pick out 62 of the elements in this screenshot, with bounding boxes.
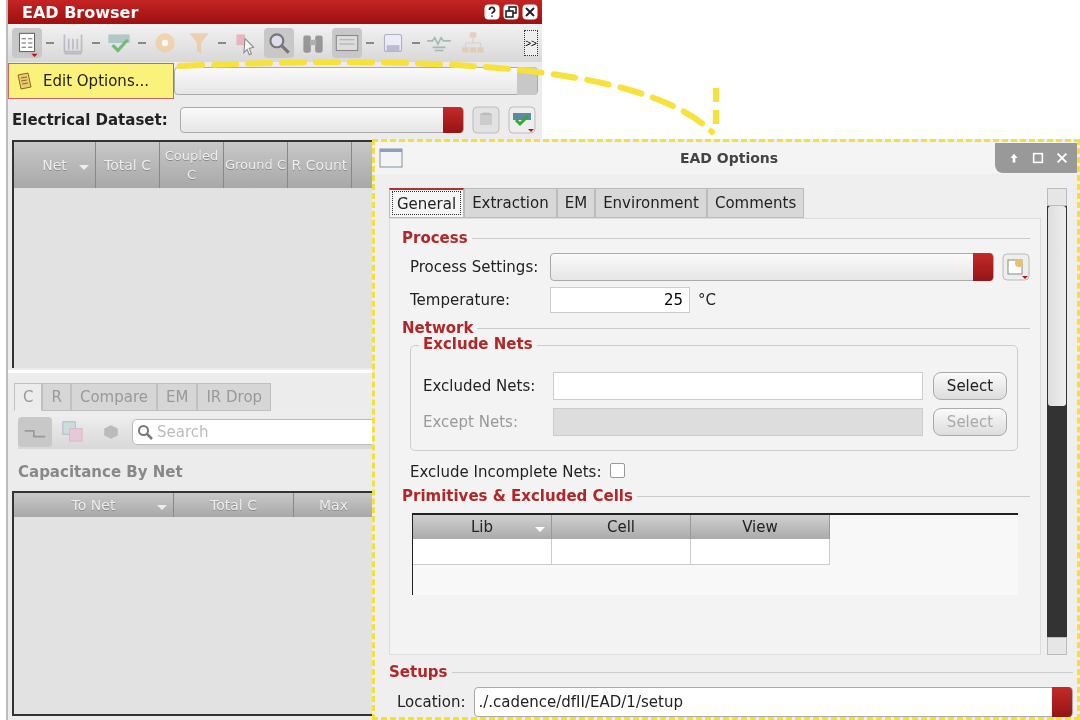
column-header[interactable]: Net bbox=[14, 142, 96, 188]
section-heading: Network bbox=[402, 319, 474, 337]
checkbox[interactable] bbox=[609, 463, 625, 478]
tab[interactable]: Comments bbox=[706, 188, 805, 218]
table-cell[interactable] bbox=[552, 539, 691, 565]
field-label: Electrical Dataset: bbox=[12, 111, 169, 129]
field-label: Excluded Nets: bbox=[423, 377, 537, 395]
window-title: EAD Browser bbox=[22, 2, 139, 22]
column-header[interactable]: View bbox=[691, 515, 830, 539]
section-heading: Primitives & Excluded Cells bbox=[402, 487, 633, 505]
column-header[interactable]: Total C bbox=[96, 142, 160, 188]
nets-field[interactable] bbox=[553, 372, 923, 400]
window-title: EAD Options bbox=[678, 150, 780, 166]
help-icon[interactable] bbox=[484, 4, 500, 20]
field-label: Temperature: bbox=[410, 291, 512, 309]
window-icon bbox=[379, 148, 403, 168]
section-heading: Setups bbox=[389, 663, 448, 681]
tab[interactable]: EM bbox=[556, 188, 596, 218]
close-icon[interactable] bbox=[522, 4, 538, 20]
field-label: Process Settings: bbox=[410, 258, 540, 276]
notepad-icon bbox=[15, 71, 35, 91]
menu-item-label: Edit Options... bbox=[43, 72, 149, 90]
field-label: Location: bbox=[397, 693, 466, 711]
check-icon[interactable] bbox=[508, 106, 536, 134]
maximize-icon[interactable] bbox=[1031, 151, 1045, 165]
dropdown[interactable] bbox=[174, 67, 538, 95]
tab[interactable]: R bbox=[42, 383, 71, 411]
column-header[interactable]: Lib bbox=[413, 515, 552, 539]
select-button[interactable]: Select bbox=[933, 372, 1007, 400]
table-cell[interactable] bbox=[691, 539, 830, 565]
grid-icon[interactable] bbox=[12, 28, 42, 58]
checkbox-label: Exclude Incomplete Nets: bbox=[410, 463, 602, 481]
process-settings-dropdown[interactable] bbox=[550, 253, 994, 281]
wire-icon[interactable] bbox=[18, 417, 52, 447]
column-header[interactable]: R Count bbox=[288, 142, 352, 188]
tab[interactable]: EM bbox=[156, 383, 198, 411]
panel-icon[interactable] bbox=[332, 28, 362, 58]
column-header[interactable]: Ground C bbox=[224, 142, 288, 188]
tab[interactable]: IR Drop bbox=[197, 383, 272, 411]
dataset-dropdown[interactable] bbox=[180, 107, 464, 133]
search-icon bbox=[137, 424, 153, 440]
tab[interactable]: Compare bbox=[70, 383, 157, 411]
more-tools-button[interactable]: >> bbox=[524, 30, 538, 56]
unit-label: °C bbox=[698, 291, 716, 309]
tab[interactable]: Environment bbox=[595, 188, 707, 218]
folder-icon[interactable] bbox=[1002, 253, 1030, 281]
column-header[interactable]: To Net bbox=[14, 493, 174, 517]
zoom-icon[interactable] bbox=[264, 28, 294, 58]
database-icon[interactable] bbox=[472, 106, 500, 134]
edit-options-menu-item[interactable]: Edit Options... bbox=[8, 63, 174, 99]
section-title: Capacitance By Net bbox=[18, 463, 183, 481]
table-cell[interactable] bbox=[413, 539, 552, 565]
restore-icon[interactable] bbox=[503, 4, 519, 20]
tab[interactable]: General bbox=[389, 188, 465, 218]
tab[interactable]: Extraction bbox=[464, 188, 557, 218]
temperature-field[interactable]: 25 bbox=[550, 287, 690, 313]
section-heading: Process bbox=[402, 229, 468, 247]
location-dropdown[interactable]: ./.cadence/dfII/EAD/1/setup bbox=[473, 687, 1073, 717]
tab[interactable]: C bbox=[14, 383, 43, 411]
column-header[interactable]: Cell bbox=[552, 515, 691, 539]
scrollbar[interactable] bbox=[1047, 188, 1067, 655]
column-header[interactable]: Total C bbox=[174, 493, 294, 517]
